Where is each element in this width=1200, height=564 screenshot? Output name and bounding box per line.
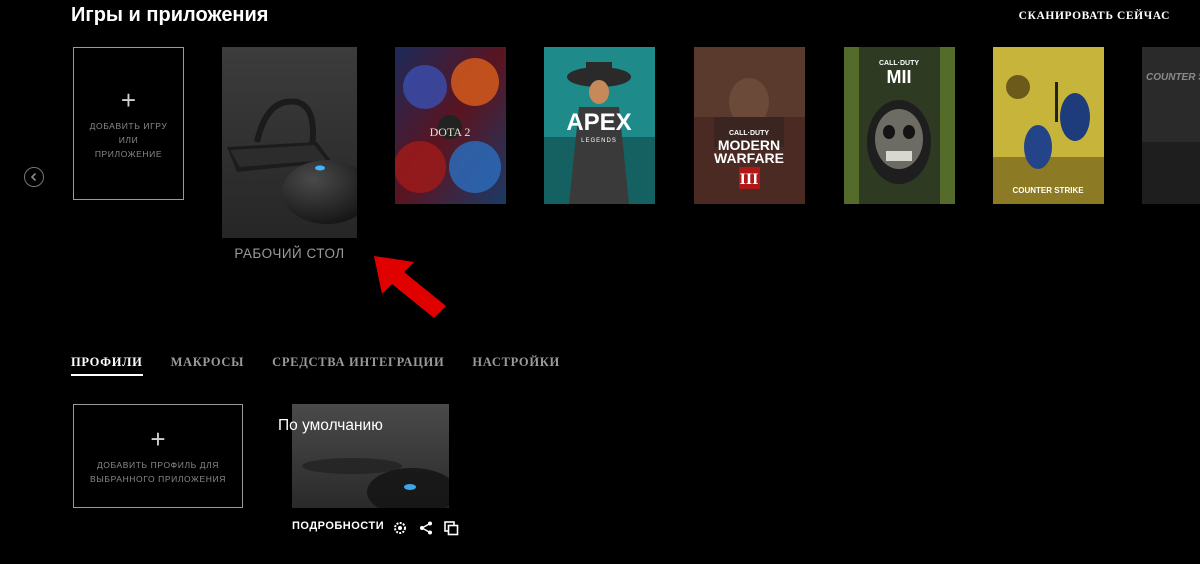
mw3-top-text: CALL·DUTY	[729, 130, 769, 137]
game-tile-counter-strike[interactable]: COUNTER STRIKE	[993, 47, 1104, 204]
counter-strike-cover: COUNTER STRIKE	[993, 47, 1104, 204]
add-game-button[interactable]: + ДОБАВИТЬ ИГРУ ИЛИ ПРИЛОЖЕНИЕ	[73, 47, 184, 200]
game-tile-mw2[interactable]: CALL·DUTY MII	[844, 47, 955, 204]
dota2-logo-text: DOTA 2	[430, 125, 471, 139]
add-profile-label: ДОБАВИТЬ ПРОФИЛЬ ДЛЯ ВЫБРАННОГО ПРИЛОЖЕН…	[90, 460, 226, 484]
tab-settings[interactable]: НАСТРОЙКИ	[472, 355, 560, 376]
mw2-cover: CALL·DUTY MII	[844, 47, 955, 204]
desktop-tile[interactable]	[222, 47, 357, 238]
counter-strike-2-logo-text: COUNTER STRI	[1146, 72, 1200, 83]
counter-strike-logo-text: COUNTER STRIKE	[1012, 186, 1084, 195]
tab-macros[interactable]: МАКРОСЫ	[171, 355, 245, 376]
mw2-badge: MII	[887, 67, 912, 87]
red-arrow-annotation	[374, 256, 446, 318]
page-title: Игры и приложения	[71, 4, 269, 26]
game-tile-counter-strike-2[interactable]: COUNTER STRI	[1142, 47, 1200, 204]
mw3-cover: CALL·DUTY MODERN WARFARE III	[694, 47, 805, 204]
plus-icon: +	[120, 84, 137, 115]
default-profile-name: По умолчанию	[278, 417, 383, 434]
carousel-prev-button[interactable]	[24, 167, 44, 187]
plus-icon: +	[150, 424, 166, 454]
counter-strike-2-cover: COUNTER STRI	[1142, 47, 1200, 204]
copy-icon[interactable]	[443, 520, 459, 536]
tab-integrations[interactable]: СРЕДСТВА ИНТЕГРАЦИИ	[272, 355, 444, 376]
add-profile-button[interactable]: + ДОБАВИТЬ ПРОФИЛЬ ДЛЯ ВЫБРАННОГО ПРИЛОЖ…	[73, 404, 243, 508]
dota2-cover: DOTA 2	[395, 47, 506, 204]
apex-logo-text: APEX	[566, 109, 631, 136]
apex-sub-text: LEGENDS	[581, 138, 617, 144]
apex-cover: APEX LEGENDS	[544, 47, 655, 204]
scan-now-button[interactable]: СКАНИРОВАТЬ СЕЙЧАС	[1019, 10, 1170, 22]
profile-tabs: ПРОФИЛИ МАКРОСЫ СРЕДСТВА ИНТЕГРАЦИИ НАСТ…	[71, 355, 560, 376]
desktop-thumbnail	[222, 47, 357, 238]
mw3-badge: III	[740, 171, 759, 188]
game-tile-dota2[interactable]: DOTA 2	[395, 47, 506, 204]
chevron-left-icon	[30, 172, 37, 182]
mw2-top-text: CALL·DUTY	[879, 60, 919, 67]
profile-details-link[interactable]: ПОДРОБНОСТИ	[292, 520, 384, 532]
game-tile-apex[interactable]: APEX LEGENDS	[544, 47, 655, 204]
mw3-logo-text-2: WARFARE	[714, 150, 784, 166]
tab-profiles[interactable]: ПРОФИЛИ	[71, 355, 143, 376]
game-tile-mw3[interactable]: CALL·DUTY MODERN WARFARE III	[694, 47, 805, 204]
add-game-label: ДОБАВИТЬ ИГРУ ИЛИ ПРИЛОЖЕНИЕ	[89, 120, 168, 159]
share-icon[interactable]	[418, 520, 434, 536]
settings-icon[interactable]	[392, 520, 408, 536]
desktop-label: РАБОЧИЙ СТОЛ	[234, 246, 345, 261]
